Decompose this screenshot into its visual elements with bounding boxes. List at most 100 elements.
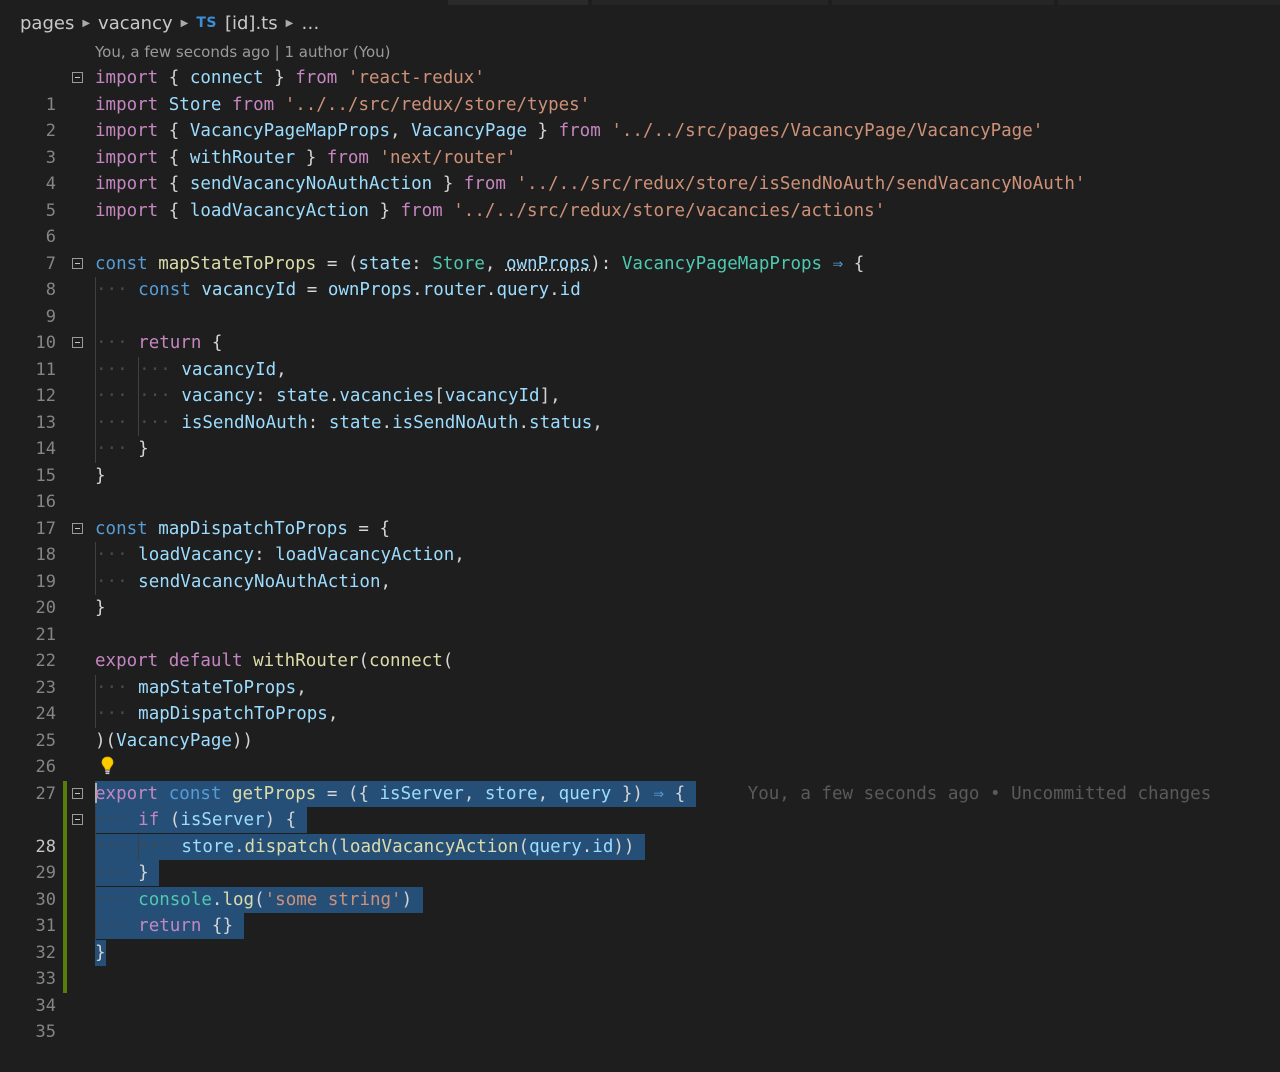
fold-collapse-icon[interactable] bbox=[72, 337, 83, 348]
code-line[interactable]: 18 const mapDispatchToProps = { bbox=[0, 516, 1280, 566]
fold-collapse-icon[interactable] bbox=[72, 522, 83, 534]
token: withRouter bbox=[253, 651, 359, 671]
token: . bbox=[211, 889, 223, 910]
token: state bbox=[276, 386, 329, 406]
token: ) { bbox=[264, 810, 297, 830]
code-line[interactable]: 5 import { sendVacancyNoAuthAction } fro… bbox=[0, 171, 1280, 221]
token: . bbox=[581, 836, 593, 857]
token: , bbox=[380, 571, 392, 592]
breadcrumb-item-file[interactable]: [id].ts bbox=[225, 13, 278, 34]
token: ownProps bbox=[327, 280, 413, 300]
token: } bbox=[138, 439, 149, 459]
code-line[interactable]: 9 ··· const vacancyId = ownProps.router.… bbox=[0, 277, 1280, 327]
token: export bbox=[95, 651, 159, 671]
code-line[interactable]: 30 ··· ··· store.dispatch(loadVacancyAct… bbox=[0, 833, 1280, 910]
token: vacancies bbox=[339, 386, 435, 406]
tab[interactable] bbox=[592, 0, 828, 5]
selection: ··· } bbox=[95, 860, 160, 887]
code-line[interactable]: 7 bbox=[0, 224, 1280, 274]
token: } bbox=[95, 465, 106, 486]
code-line[interactable]: 24 ··· mapStateToProps, bbox=[0, 674, 1280, 724]
token: } bbox=[368, 200, 401, 221]
code-line[interactable]: 12 ··· ··· vacancyId, bbox=[0, 356, 1280, 406]
code-line[interactable]: 27 bbox=[0, 754, 1280, 804]
token: = bbox=[296, 280, 328, 300]
token: import bbox=[95, 68, 159, 88]
code-line[interactable]: 21 } bbox=[0, 595, 1280, 645]
tab[interactable] bbox=[832, 0, 1054, 5]
code-line[interactable]: 32 ··· console.log('some string') bbox=[0, 886, 1280, 963]
code-line[interactable]: 15 ··· } bbox=[0, 436, 1280, 486]
git-added-indicator[interactable] bbox=[63, 886, 67, 913]
code-line[interactable]: 16 } bbox=[0, 463, 1280, 513]
token: VacancyPage bbox=[411, 121, 527, 141]
token: dispatch bbox=[244, 836, 329, 857]
token: vacancyId bbox=[444, 386, 540, 406]
code-line[interactable]: 13 ··· ··· vacancy: state.vacancies[vaca… bbox=[0, 383, 1280, 433]
token: { bbox=[158, 121, 190, 141]
code-line[interactable]: 11 ··· return { bbox=[0, 330, 1280, 380]
code-line[interactable]: 4 import { withRouter } from 'next/route… bbox=[0, 145, 1280, 195]
token: ], bbox=[539, 386, 561, 406]
breadcrumb-item-symbols[interactable]: … bbox=[301, 13, 319, 34]
code-line[interactable]: 19 ··· loadVacancy: loadVacancyAction, bbox=[0, 542, 1280, 592]
fold-collapse-icon[interactable] bbox=[72, 72, 83, 83]
fold-collapse-icon[interactable] bbox=[72, 787, 83, 799]
token: , bbox=[390, 121, 412, 141]
code-line[interactable]: 17 bbox=[0, 489, 1280, 539]
git-added-indicator[interactable] bbox=[63, 939, 67, 966]
code-editor[interactable]: 1 import { connect } from 'react-redux' … bbox=[0, 65, 1280, 1042]
breadcrumb-item-vacancy[interactable]: vacancy bbox=[98, 13, 173, 34]
code-line[interactable]: 8 const mapStateToProps = (state: Store,… bbox=[0, 251, 1280, 301]
code-line[interactable]: 23 export default withRouter(connect( bbox=[0, 648, 1280, 698]
git-added-indicator[interactable] bbox=[63, 780, 67, 807]
fold-collapse-icon[interactable] bbox=[72, 814, 83, 825]
code-line[interactable]: 6 import { loadVacancyAction } from '../… bbox=[0, 198, 1280, 248]
git-added-indicator[interactable] bbox=[63, 807, 67, 834]
code-line[interactable]: 1 import { connect } from 'react-redux' bbox=[0, 65, 1280, 115]
code-line[interactable]: 28 export const getProps = ({ isServer, … bbox=[0, 780, 1280, 857]
code-line[interactable]: 29 ··· if (isServer) { bbox=[0, 807, 1280, 883]
code-line[interactable]: 20 ··· sendVacancyNoAuthAction, bbox=[0, 568, 1280, 618]
token: '../../src/redux/store/vacancies/actions… bbox=[453, 200, 886, 221]
codelens-blame-header[interactable]: You, a few seconds ago | 1 author (You) bbox=[95, 43, 391, 61]
git-added-indicator[interactable] bbox=[63, 913, 67, 940]
token: } bbox=[138, 863, 149, 883]
code-line[interactable]: 34 } bbox=[0, 939, 1280, 1016]
token: , bbox=[327, 704, 339, 724]
token: mapDispatchToProps bbox=[158, 518, 348, 539]
code-line[interactable]: 22 bbox=[0, 622, 1280, 671]
token: , bbox=[454, 545, 465, 565]
fold-collapse-icon[interactable] bbox=[72, 257, 83, 269]
token: ( bbox=[442, 651, 454, 671]
token: from bbox=[232, 94, 275, 115]
token: : bbox=[254, 545, 276, 565]
code-line[interactable]: 26 )(VacancyPage)) bbox=[0, 728, 1280, 778]
code-line[interactable]: 2 import Store from '../../src/redux/sto… bbox=[0, 92, 1280, 142]
token: import bbox=[95, 200, 159, 221]
code-line[interactable]: 31 ··· } bbox=[0, 860, 1280, 936]
git-added-indicator[interactable] bbox=[63, 966, 67, 993]
code-line[interactable]: 3 import { VacancyPageMapProps, VacancyP… bbox=[0, 118, 1280, 168]
code-line[interactable]: 25 ··· mapDispatchToProps, bbox=[0, 701, 1280, 751]
token: const bbox=[168, 783, 222, 804]
tab-active[interactable] bbox=[448, 0, 588, 5]
code-line[interactable]: 14 ··· ··· isSendNoAuth: state.isSendNoA… bbox=[0, 409, 1280, 459]
lightbulb-icon[interactable] bbox=[101, 756, 114, 776]
git-added-indicator[interactable] bbox=[63, 860, 67, 887]
token: { bbox=[664, 783, 686, 804]
code-line[interactable]: 33 ··· return {} bbox=[0, 913, 1280, 989]
tab[interactable] bbox=[1058, 0, 1280, 5]
token: vacancyId bbox=[181, 359, 277, 380]
token: , bbox=[296, 677, 307, 698]
code-line[interactable]: 35 bbox=[0, 966, 1280, 1042]
code-line[interactable]: 10 bbox=[0, 303, 1280, 353]
token: state bbox=[358, 253, 412, 274]
git-added-indicator[interactable] bbox=[63, 833, 67, 860]
breadcrumb-item-pages[interactable]: pages bbox=[20, 13, 74, 34]
token: : bbox=[255, 386, 277, 406]
